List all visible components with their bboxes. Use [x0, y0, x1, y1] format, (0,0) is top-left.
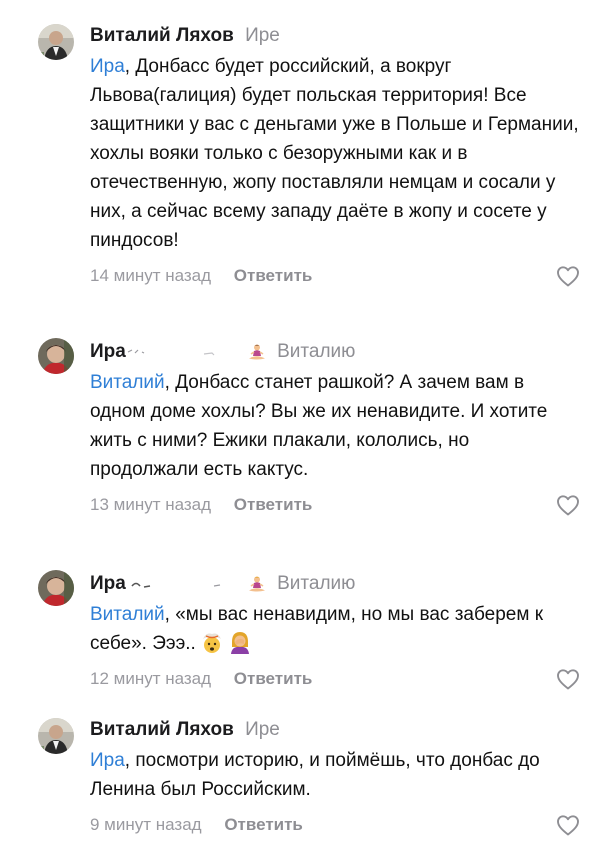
comment-meta: 12 минут назад Ответить	[90, 666, 580, 692]
comment-header: Виталий Ляхов Ире	[90, 716, 580, 744]
avatar[interactable]	[38, 24, 74, 60]
reply-button[interactable]: Ответить	[234, 266, 313, 285]
comment-meta: 9 минут назад Ответить	[90, 812, 580, 838]
reply-to-label[interactable]: Ире	[245, 25, 280, 46]
avatar[interactable]	[38, 570, 74, 606]
comment-body: Виталий Ляхов Ире Ира, Донбасс будет рос…	[90, 22, 580, 289]
reply-to-label[interactable]: Виталию	[277, 573, 355, 594]
avatar[interactable]	[38, 718, 74, 754]
reply-button[interactable]: Ответить	[224, 815, 303, 834]
timestamp: 9 минут назад	[90, 815, 202, 834]
mention-link[interactable]: Виталий	[90, 372, 165, 393]
reply-button[interactable]: Ответить	[234, 495, 313, 514]
author-name[interactable]: Ира	[90, 573, 126, 594]
reply-button[interactable]: Ответить	[234, 669, 313, 688]
avatar[interactable]	[38, 338, 74, 374]
comment-text: Виталий, «мы вас ненавидим, но мы вас за…	[90, 600, 580, 658]
reply-to-label[interactable]: Виталию	[277, 341, 355, 362]
author-name[interactable]: Ира	[90, 341, 126, 362]
comment-body: Виталий Ляхов Ире Ира, посмотри историю,…	[90, 716, 580, 838]
comment-meta: 13 минут назад Ответить	[90, 492, 580, 518]
person-in-lotus-position-emoji	[248, 344, 265, 360]
comment-text: Виталий, Донбасс станет рашкой? А зачем …	[90, 368, 580, 484]
mention-link[interactable]: Виталий	[90, 604, 165, 625]
comment-header: Ира Виталию	[90, 338, 580, 366]
comment-body: Ира Виталию Виталий, Донбасс станет рашк…	[90, 338, 580, 518]
timestamp: 13 минут назад	[90, 495, 212, 514]
comment-body: Ира Виталию Виталий, «мы вас ненавидим, …	[90, 570, 580, 692]
comment-header: Виталий Ляхов Ире	[90, 22, 580, 50]
timestamp: 14 минут назад	[90, 266, 212, 285]
mention-link[interactable]: Ира	[90, 56, 125, 77]
comment-meta: 14 минут назад Ответить	[90, 263, 580, 289]
redacted-surname	[126, 343, 246, 361]
exploding-head-emoji	[202, 633, 221, 653]
comment-text-body: , Донбасс будет российский, а вокруг Льв…	[90, 56, 579, 251]
timestamp: 12 минут назад	[90, 669, 212, 688]
comment-text-body: , посмотри историю, и поймёшь, что донба…	[90, 750, 540, 800]
author-name[interactable]: Виталий Ляхов	[90, 25, 234, 46]
reply-to-label[interactable]: Ире	[245, 719, 280, 740]
heart-outline-icon[interactable]	[556, 265, 580, 287]
mention-link[interactable]: Ира	[90, 750, 125, 771]
redacted-surname	[126, 575, 246, 593]
heart-outline-icon[interactable]	[556, 814, 580, 836]
woman-facepalming-emoji	[230, 632, 249, 654]
person-in-lotus-position-emoji	[248, 576, 265, 592]
comment-text: Ира, Донбасс будет российский, а вокруг …	[90, 52, 580, 255]
comment-header: Ира Виталию	[90, 570, 580, 598]
heart-outline-icon[interactable]	[556, 668, 580, 690]
comment-text: Ира, посмотри историю, и поймёшь, что до…	[90, 746, 580, 804]
heart-outline-icon[interactable]	[556, 494, 580, 516]
author-name[interactable]: Виталий Ляхов	[90, 719, 234, 740]
